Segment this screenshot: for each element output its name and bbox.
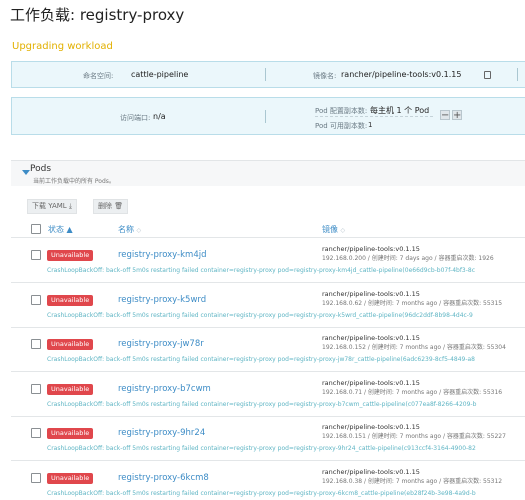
pod-error-message: CrashLoopBackOff: back-off 5m0s restarti… [47,356,475,363]
column-header-name[interactable]: 名称 ◇ [118,224,141,235]
pod-error-message: CrashLoopBackOff: back-off 5m0s restarti… [47,267,476,274]
port-label: 访问端口: [120,114,151,122]
select-all-checkbox[interactable] [31,224,41,234]
namespace-label: 命名空间: [83,72,114,80]
workload-status-text: Upgrading workload [12,41,113,52]
pod-name-link[interactable]: registry-proxy-jw78r [118,339,204,349]
pod-error-message: CrashLoopBackOff: back-off 5m0s restarti… [47,490,476,497]
pod-info: 192.168.0.152 / 创建时间: 7 months ago / 容器重… [322,344,506,351]
status-badge: Unavailable [47,473,94,484]
row-divider [11,282,525,283]
image-value: rancher/pipeline-tools:v0.1.15 [341,70,462,79]
row-divider [11,371,525,372]
download-yaml-button[interactable]: 下载 YAML ⤓ [27,199,78,214]
status-badge: Unavailable [47,384,94,395]
image-label: 镜像名: [313,72,337,80]
pod-info: 192.168.0.38 / 创建时间: 7 months ago / 容器重启… [322,478,503,485]
pod-name-link[interactable]: registry-proxy-6kcm8 [118,473,209,483]
pod-error-message: CrashLoopBackOff: back-off 5m0s restarti… [47,312,473,319]
row-divider [11,460,525,461]
row-checkbox[interactable] [31,473,41,483]
pod-image: rancher/pipeline-tools:v0.1.15 [322,334,420,342]
row-divider [11,416,525,417]
pod-error-message: CrashLoopBackOff: back-off 5m0s restarti… [47,445,476,452]
row-checkbox[interactable] [31,295,41,305]
status-badge: Unavailable [47,295,94,306]
pods-subtitle: 当前工作负载中的所有 Pods。 [33,178,115,185]
config-replicas-label: Pod 配置副本数: [315,107,368,115]
sort-icon: ◇ [136,227,142,234]
page-title: 工作负载: registry-proxy [10,6,185,24]
pod-name-link[interactable]: registry-proxy-km4jd [118,250,207,260]
status-badge: Unavailable [47,250,94,261]
config-replicas-value: 每主机 1 个 Pod [370,106,430,115]
pod-image: rancher/pipeline-tools:v0.1.15 [322,379,420,387]
row-checkbox[interactable] [31,250,41,260]
row-divider [11,327,525,328]
delete-label: 删除 [98,202,112,210]
pod-name-link[interactable]: registry-proxy-k5wrd [118,295,206,305]
available-replicas-value: 1 [368,121,373,129]
pod-name-link[interactable]: registry-proxy-b7cwm [118,384,211,394]
status-badge: Unavailable [47,339,94,350]
table-header-divider [11,237,525,238]
pod-info: 192.168.0.71 / 创建时间: 7 months ago / 容器重启… [322,389,503,396]
trash-icon: 🗑 [114,202,124,210]
sort-icon: ◇ [340,227,346,234]
row-checkbox[interactable] [31,428,41,438]
download-yaml-label: 下载 YAML [32,202,67,210]
row-checkbox[interactable] [31,339,41,349]
pod-info: 192.168.0.62 / 创建时间: 7 months ago / 容器重启… [322,300,503,307]
port-value: n/a [153,112,166,121]
decrease-scale-button[interactable]: − [440,110,450,121]
download-icon: ⤓ [68,202,73,210]
info-separator [265,110,266,123]
pods-title: Pods [30,164,52,174]
info-separator [265,68,266,81]
status-badge: Unavailable [47,428,94,439]
delete-button[interactable]: 删除 🗑 [93,199,129,214]
column-header-image[interactable]: 镜像 ◇ [322,224,345,235]
info-separator [517,68,518,81]
pod-name-link[interactable]: registry-proxy-9hr24 [118,428,205,438]
column-header-status[interactable]: 状态 ▲ [48,224,73,235]
pod-image: rancher/pipeline-tools:v0.1.15 [322,290,420,298]
available-replicas-label: Pod 可用副本数: [315,122,368,130]
copy-icon[interactable] [484,71,491,79]
dashed-divider [315,116,433,117]
row-checkbox[interactable] [31,384,41,394]
namespace-value: cattle-pipeline [131,70,189,79]
pod-image: rancher/pipeline-tools:v0.1.15 [322,423,420,431]
pod-info: 192.168.0.151 / 创建时间: 7 months ago / 容器重… [322,433,506,440]
pod-image: rancher/pipeline-tools:v0.1.15 [322,468,420,476]
increase-scale-button[interactable]: + [452,110,462,121]
pod-image: rancher/pipeline-tools:v0.1.15 [322,245,420,253]
pod-info: 192.168.0.200 / 创建时间: 7 days ago / 容器重启次… [322,255,494,262]
pod-error-message: CrashLoopBackOff: back-off 5m0s restarti… [47,401,477,408]
collapse-caret-icon[interactable] [22,170,30,175]
